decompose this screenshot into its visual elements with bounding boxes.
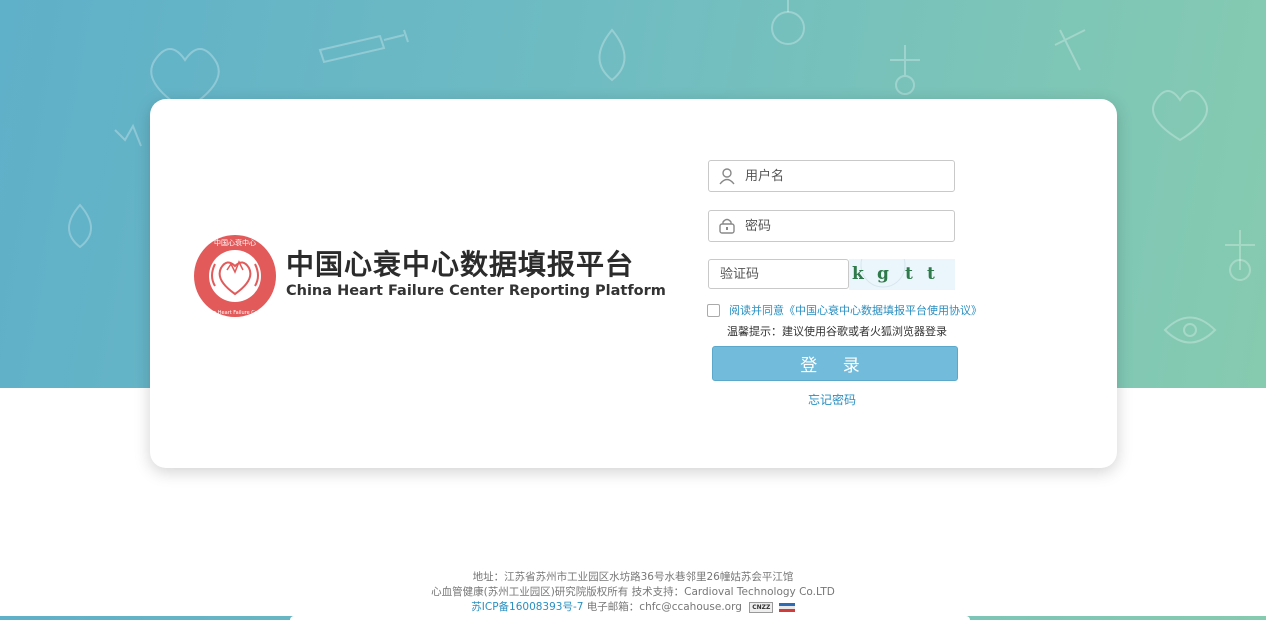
username-field[interactable] bbox=[708, 160, 955, 192]
logo-bottom-text: China Heart Failure Center bbox=[202, 310, 269, 316]
agree-checkbox[interactable] bbox=[707, 303, 720, 317]
password-input[interactable] bbox=[745, 212, 954, 240]
logo-top-text: 中国心衰中心 bbox=[214, 238, 256, 247]
user-icon bbox=[709, 161, 745, 191]
captcha-char: t bbox=[927, 264, 935, 284]
username-input[interactable] bbox=[745, 162, 954, 190]
heart-failure-center-logo: 中国心衰中心 China Heart Failure Center bbox=[194, 235, 276, 317]
footer-email: 电子邮箱：chfc@ccahouse.org bbox=[586, 601, 742, 613]
footer: 地址：江苏省苏州市工业园区水坊路36号水巷邻里26幢姑苏会平江馆 心血管健康(苏… bbox=[0, 570, 1266, 615]
cnzz-badge[interactable]: CNZZ bbox=[749, 601, 774, 613]
captcha-noise bbox=[860, 259, 906, 288]
platform-title-en: China Heart Failure Center Reporting Pla… bbox=[286, 283, 666, 299]
browser-tip: 温馨提示：建议使用谷歌或者火狐浏览器登录 bbox=[727, 325, 947, 338]
captcha-char: g bbox=[877, 264, 889, 284]
footer-contact-row: 苏ICP备16008393号-7 电子邮箱：chfc@ccahouse.org … bbox=[0, 600, 1266, 615]
footer-copyright: 心血管健康(苏州工业园区)研究院版权所有 技术支持：Cardioval Tech… bbox=[431, 586, 835, 598]
login-button[interactable]: 登 录 bbox=[712, 346, 958, 381]
agreement-row: 阅读并同意《中国心衰中心数据填报平台使用协议》 bbox=[707, 302, 982, 318]
captcha-field[interactable] bbox=[708, 259, 849, 289]
platform-title-cn: 中国心衰中心数据填报平台 bbox=[286, 248, 635, 281]
stats-flag-icon bbox=[778, 602, 795, 612]
captcha-char: t bbox=[905, 264, 913, 284]
icp-link[interactable]: 苏ICP备16008393号-7 bbox=[471, 601, 583, 613]
captcha-input[interactable] bbox=[720, 266, 840, 282]
password-field[interactable] bbox=[708, 210, 955, 242]
captcha-char: k bbox=[852, 264, 864, 284]
footer-address: 地址：江苏省苏州市工业园区水坊路36号水巷邻里26幢姑苏会平江馆 bbox=[472, 571, 794, 583]
captcha-image[interactable]: k g t t bbox=[849, 259, 955, 290]
agreement-link[interactable]: 阅读并同意《中国心衰中心数据填报平台使用协议》 bbox=[729, 302, 982, 318]
lock-icon bbox=[709, 211, 745, 241]
forgot-password-link[interactable]: 忘记密码 bbox=[808, 391, 856, 408]
bottom-accent-line bbox=[0, 616, 1266, 620]
